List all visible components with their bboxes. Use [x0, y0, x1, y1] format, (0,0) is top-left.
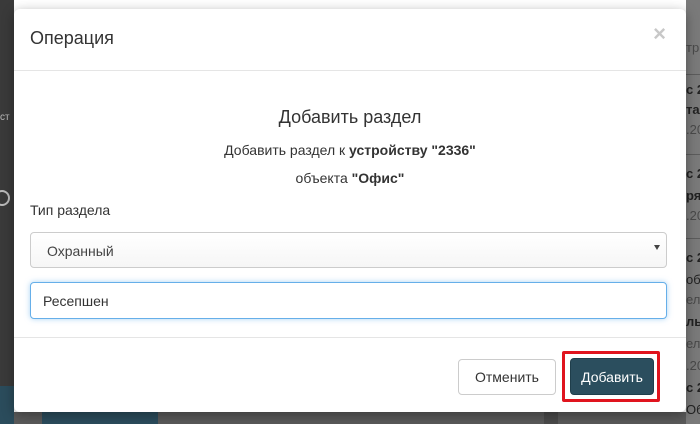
background-left-panel: ст: [0, 0, 14, 424]
background-right-text: обр: [686, 272, 700, 287]
background-right-text: .20: [686, 208, 700, 223]
device-name: устройству "2336": [349, 142, 476, 158]
dialog-heading: Добавить раздел: [278, 107, 422, 127]
background-right-text: .20: [686, 122, 700, 137]
object-info-line: объекта "Офис": [14, 170, 686, 186]
background-right-separator: [686, 238, 700, 239]
background-right-text: с 2: [686, 166, 700, 181]
background-right-list: тр с 2 тал .20 с 2 ряд .20 с 2 обр ел ль…: [686, 0, 700, 424]
background-right-text: ел: [686, 292, 700, 307]
background-right-text: с 2: [686, 82, 700, 97]
add-button[interactable]: Добавить: [570, 358, 654, 395]
background-right-separator: [686, 74, 700, 75]
background-right-text: ряд: [686, 188, 700, 203]
background-right-text: тр: [686, 40, 700, 55]
section-type-selected-value: Охранный: [47, 243, 114, 259]
background-right-text: Обрабо: [686, 402, 700, 417]
section-type-select[interactable]: Охранный: [30, 232, 667, 268]
background-right-separator: [686, 154, 700, 155]
background-right-text: тал: [686, 102, 700, 117]
device-info-line: Добавить раздел к устройству "2336": [14, 142, 686, 158]
background-bottom-strip: [14, 412, 686, 424]
background-right-text: ел: [686, 336, 700, 351]
device-info-prefix: Добавить раздел к: [224, 142, 350, 158]
background-left-text: ст: [0, 112, 10, 123]
background-bottom-button: [42, 412, 158, 424]
background-circle-icon: [0, 190, 10, 206]
section-name-input[interactable]: [30, 282, 667, 319]
modal-header: Операция ×: [14, 9, 686, 71]
close-icon[interactable]: ×: [653, 23, 666, 45]
background-left-button: [0, 386, 14, 424]
background-bottom-block: [544, 412, 558, 424]
operation-modal: Операция × Добавить раздел Добавить разд…: [14, 9, 686, 412]
object-name: "Офис": [351, 170, 405, 186]
background-right-text: с 2: [686, 250, 700, 265]
section-type-label: Тип раздела: [30, 202, 111, 218]
background-right-text: с 2: [686, 380, 700, 395]
modal-title: Операция: [30, 28, 114, 48]
chevron-down-icon: [654, 245, 660, 250]
background-right-text: .20: [686, 358, 700, 373]
cancel-button[interactable]: Отменить: [458, 359, 556, 395]
modal-body: Добавить раздел Добавить раздел к устрой…: [14, 71, 686, 337]
modal-footer: Отменить Добавить: [14, 337, 686, 412]
background-right-text: ль: [686, 314, 700, 329]
object-info-prefix: объекта: [295, 170, 352, 186]
